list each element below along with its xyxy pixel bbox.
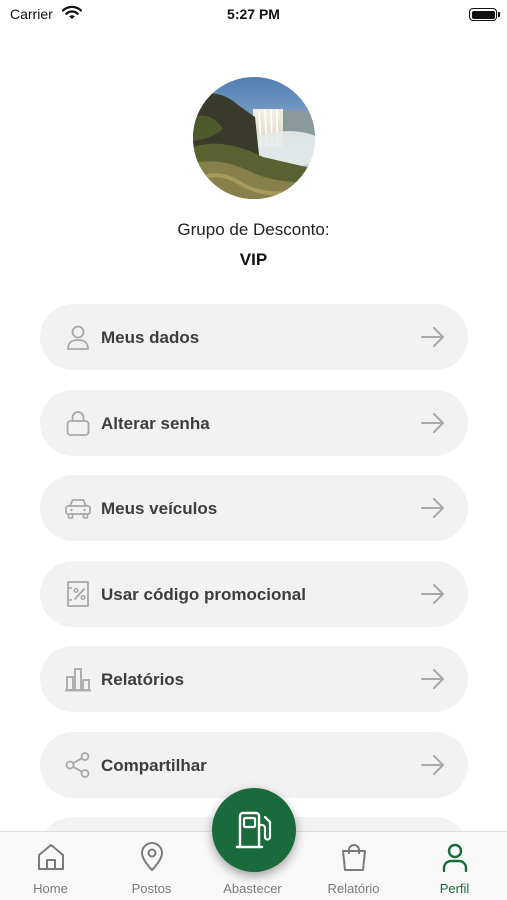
discount-group-label: Grupo de Desconto: [177,220,330,239]
arrow-right-icon [421,327,444,347]
menu-item-label: Relatórios [101,670,185,689]
tab-label: Perfil [439,881,470,896]
map-pin-icon [141,842,163,871]
tab-home[interactable]: Home [0,832,101,900]
percent-ticket-icon [67,580,89,607]
arrow-right-icon [421,498,444,518]
menu-item-alterar-senha[interactable]: Alterar senha [40,389,468,456]
tab-label: Home [33,881,68,896]
arrow-right-icon [421,754,444,775]
battery-icon [469,8,500,21]
status-bar: Carrier 5:27 PM [0,0,507,30]
menu-item-label: Meus dados [101,328,200,347]
user-icon [67,325,89,350]
avatar[interactable] [193,77,315,199]
home-icon [38,844,64,870]
tab-postos[interactable]: Postos [101,832,202,900]
clock: 5:27 PM [227,6,280,22]
menu-item-label: Meus veículos [101,499,218,518]
person-icon [442,843,468,872]
tab-label: Postos [131,881,172,896]
menu-item-label: Alterar senha [101,413,210,433]
car-icon [65,499,91,519]
shopping-bag-icon [342,844,366,871]
fuel-pump-icon [235,811,272,849]
menu-item-label: Compartilhar [101,755,207,775]
menu-item-meus-veiculos[interactable]: Meus veículos [40,475,468,541]
lock-icon [66,410,90,436]
menu-item-meus-dados[interactable]: Meus dados [40,304,468,370]
arrow-right-icon [421,412,444,433]
menu-item-codigo-promocional[interactable]: Usar código promocional [40,560,468,627]
arrow-right-icon [421,669,444,689]
discount-group-value: VIP [239,250,268,269]
waterfall-photo [193,77,315,199]
arrow-right-icon [421,583,444,604]
tab-relatorio[interactable]: Relatório [303,832,404,900]
abastecer-fab-button[interactable] [212,788,296,872]
tab-perfil[interactable]: Perfil [404,832,505,900]
tab-label: Relatório [327,881,380,896]
tab-label: Abastecer [223,881,282,896]
share-icon [65,751,90,778]
bar-chart-icon [65,668,91,692]
menu-item-label: Usar código promocional [101,584,306,604]
menu-item-relatorios[interactable]: Relatórios [40,646,468,712]
